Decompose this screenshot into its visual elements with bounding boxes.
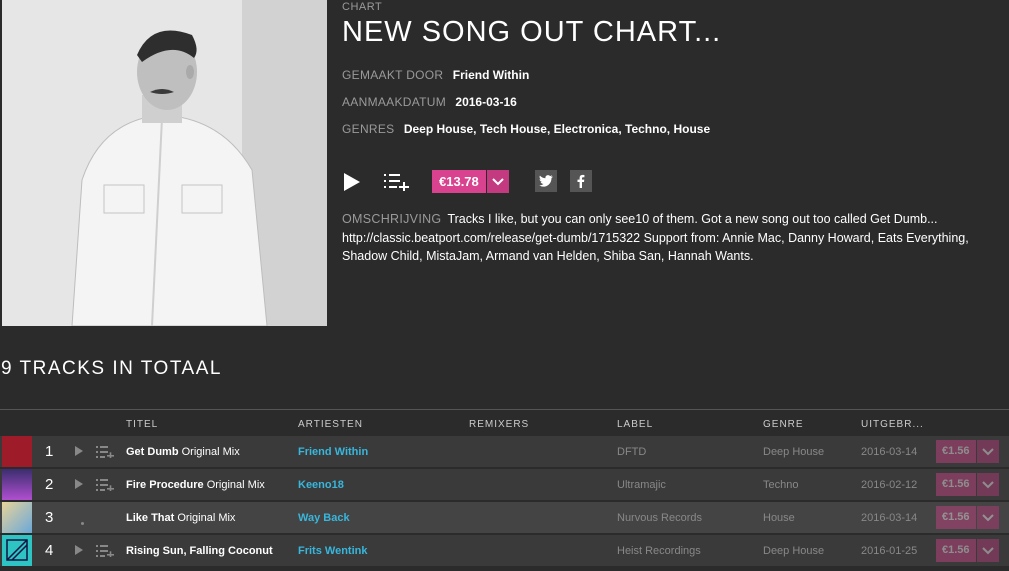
- track-name: Get Dumb: [126, 446, 179, 458]
- chevron-down-icon[interactable]: [486, 170, 509, 193]
- track-genre[interactable]: Deep House: [763, 446, 824, 458]
- made-by-row: GEMAAKT DOOR Friend Within: [342, 68, 1002, 82]
- track-name: Fire Procedure: [126, 479, 204, 491]
- track-label[interactable]: Ultramajic: [617, 479, 666, 491]
- track-artwork[interactable]: [2, 502, 32, 533]
- twitter-share-button[interactable]: [535, 170, 557, 192]
- created-value: 2016-03-16: [455, 95, 517, 109]
- chart-title: NEW SONG OUT CHART...: [342, 16, 722, 48]
- queue-add-icon[interactable]: [96, 479, 114, 491]
- track-title[interactable]: Get Dumb Original Mix: [126, 446, 240, 458]
- buy-track-button[interactable]: €1.56: [936, 440, 999, 463]
- track-price: €1.56: [936, 539, 976, 562]
- chart-price: €13.78: [432, 170, 486, 193]
- track-price: €1.56: [936, 506, 976, 529]
- queue-add-icon[interactable]: [96, 545, 114, 557]
- chart-info: CHART NEW SONG OUT CHART... GEMAAKT DOOR…: [342, 0, 1002, 263]
- track-title[interactable]: Rising Sun, Falling Coconut: [126, 545, 273, 557]
- chart-actions: €13.78: [342, 170, 1002, 194]
- track-artist[interactable]: Way Back: [298, 512, 350, 524]
- track-genre[interactable]: Techno: [763, 479, 798, 491]
- facebook-icon: [577, 174, 585, 188]
- column-released[interactable]: UITGEBR...: [861, 419, 924, 430]
- column-label[interactable]: LABEL: [617, 419, 653, 430]
- track-artist[interactable]: Frits Wentink: [298, 545, 367, 557]
- column-genre[interactable]: GENRE: [763, 419, 804, 430]
- table-row[interactable]: 3 Like That Original Mix Way Back Nurvou…: [0, 502, 1009, 533]
- facebook-share-button[interactable]: [570, 170, 592, 192]
- track-title[interactable]: Fire Procedure Original Mix: [126, 479, 265, 491]
- track-price: €1.56: [936, 473, 976, 496]
- track-number: 4: [45, 542, 54, 559]
- track-mix: Original Mix: [181, 446, 240, 458]
- track-genre[interactable]: House: [763, 512, 795, 524]
- track-artwork[interactable]: [2, 535, 32, 566]
- play-chart-button[interactable]: [342, 172, 362, 192]
- track-artwork[interactable]: [2, 469, 32, 500]
- track-date: 2016-03-14: [861, 446, 918, 458]
- genres-value[interactable]: Deep House, Tech House, Electronica, Tec…: [404, 122, 710, 136]
- track-label[interactable]: Nurvous Records: [617, 512, 702, 524]
- track-number: 3: [45, 509, 54, 526]
- chevron-down-icon[interactable]: [976, 440, 999, 463]
- table-header: TITEL ARTIESTEN REMIXERS LABEL GENRE UIT…: [0, 410, 1009, 436]
- track-number: 1: [45, 443, 54, 460]
- genres-label: GENRES: [342, 122, 395, 136]
- column-remixers[interactable]: REMIXERS: [469, 419, 529, 430]
- chart-artwork: [2, 0, 327, 326]
- track-mix: Original Mix: [177, 512, 236, 524]
- buy-track-button[interactable]: €1.56: [936, 473, 999, 496]
- play-track-button[interactable]: [75, 479, 83, 489]
- chevron-down-icon[interactable]: [976, 473, 999, 496]
- column-artists[interactable]: ARTIESTEN: [298, 419, 363, 430]
- created-row: AANMAAKDATUM 2016-03-16: [342, 95, 1002, 109]
- chart-description: OMSCHRIJVING Tracks I like, but you can o…: [342, 210, 1002, 266]
- description-label: OMSCHRIJVING: [342, 212, 442, 226]
- created-label: AANMAAKDATUM: [342, 95, 447, 109]
- track-genre[interactable]: Deep House: [763, 545, 824, 557]
- track-artwork[interactable]: [2, 436, 32, 467]
- buy-track-button[interactable]: €1.56: [936, 506, 999, 529]
- track-date: 2016-02-12: [861, 479, 918, 491]
- tracks-total-heading: 9 TRACKS IN TOTAAL: [1, 358, 222, 379]
- chart-kicker: CHART: [342, 1, 383, 13]
- play-icon: [344, 173, 360, 191]
- track-name: Rising Sun, Falling Coconut: [126, 545, 273, 557]
- chevron-down-icon[interactable]: [976, 539, 999, 562]
- track-artist[interactable]: Friend Within: [298, 446, 368, 458]
- table-row[interactable]: 4 Rising Sun, Falling Coconut Frits Went…: [0, 535, 1009, 566]
- track-date: 2016-03-14: [861, 512, 918, 524]
- buy-track-button[interactable]: €1.56: [936, 539, 999, 562]
- track-date: 2016-01-25: [861, 545, 918, 557]
- genres-row: GENRES Deep House, Tech House, Electroni…: [342, 122, 1002, 136]
- made-by-label: GEMAAKT DOOR: [342, 68, 444, 82]
- play-track-button[interactable]: [75, 446, 83, 456]
- track-name: Like That: [126, 512, 175, 524]
- track-label[interactable]: DFTD: [617, 446, 646, 458]
- twitter-icon: [539, 175, 553, 187]
- track-artist[interactable]: Keeno18: [298, 479, 344, 491]
- table-row[interactable]: 2 Fire Procedure Original Mix Keeno18 Ul…: [0, 469, 1009, 500]
- made-by-value[interactable]: Friend Within: [453, 68, 530, 82]
- track-number: 2: [45, 476, 54, 493]
- queue-add-icon: [384, 174, 409, 192]
- table-row[interactable]: 1 Get Dumb Original Mix Friend Within DF…: [0, 436, 1009, 467]
- track-price: €1.56: [936, 440, 976, 463]
- queue-add-icon[interactable]: [96, 446, 114, 458]
- track-title[interactable]: Like That Original Mix: [126, 512, 235, 524]
- track-mix: Original Mix: [206, 479, 265, 491]
- buy-chart-button[interactable]: €13.78: [432, 170, 509, 193]
- add-to-queue-button[interactable]: [384, 173, 410, 192]
- track-label[interactable]: Heist Recordings: [617, 545, 701, 557]
- chevron-down-icon[interactable]: [976, 506, 999, 529]
- column-title[interactable]: TITEL: [126, 419, 158, 430]
- play-track-button[interactable]: [75, 545, 83, 555]
- track-table: TITEL ARTIESTEN REMIXERS LABEL GENRE UIT…: [0, 409, 1009, 568]
- loading-indicator: [81, 522, 84, 525]
